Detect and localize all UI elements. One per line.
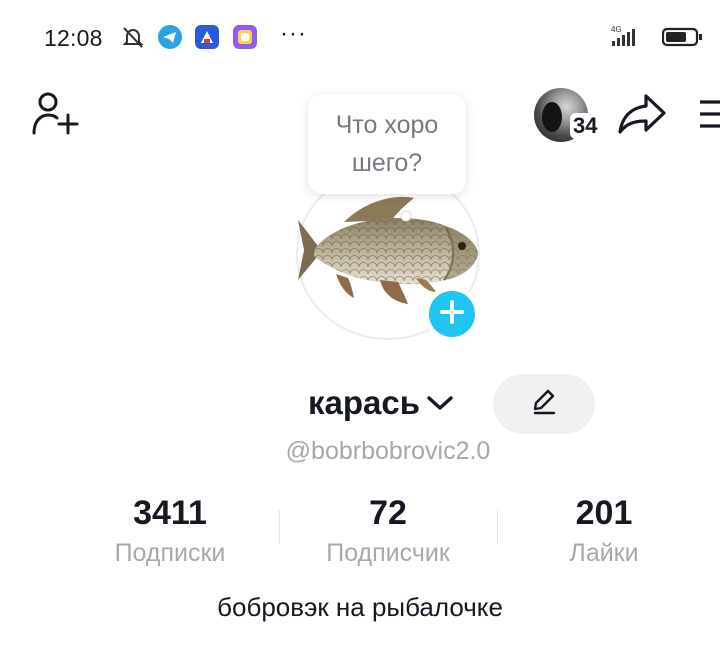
stat-following[interactable]: 3411 Подписки <box>70 492 270 570</box>
edit-profile-button[interactable] <box>493 374 595 434</box>
note-text: Что хоро шего? <box>335 111 439 177</box>
share-arrow-icon <box>616 91 668 142</box>
stat-divider <box>279 510 280 544</box>
username-handle: @bobrbobrovic2.0 <box>285 437 491 465</box>
share-button[interactable] <box>614 90 670 142</box>
battery-icon <box>661 27 720 52</box>
hamburger-menu-icon <box>694 96 720 137</box>
status-time: 12:08 <box>44 25 103 51</box>
plus-icon <box>439 299 465 330</box>
person-add-icon <box>30 89 82 142</box>
account-switcher[interactable]: карась <box>308 384 454 422</box>
add-story-button[interactable] <box>425 287 479 341</box>
likes-count: 201 <box>575 494 633 532</box>
stat-likes[interactable]: 201 Лайки <box>504 492 704 570</box>
bell-muted-icon <box>120 24 146 50</box>
following-count: 3411 <box>133 494 207 532</box>
following-label: Подписки <box>114 539 226 567</box>
chevron-down-icon <box>426 393 454 418</box>
stat-divider <box>497 510 498 544</box>
signal-icon: 4G <box>608 24 652 55</box>
menu-button[interactable] <box>694 96 720 136</box>
followers-count: 72 <box>369 494 407 532</box>
app-icon <box>232 24 258 50</box>
pencil-icon <box>529 387 559 422</box>
telegram-icon <box>157 24 183 50</box>
more-dots-icon: ··· <box>280 20 307 47</box>
add-friend-button[interactable] <box>28 90 84 140</box>
app-icon <box>194 24 220 50</box>
network-label: 4G <box>611 25 622 34</box>
followers-label: Подписчик <box>326 539 450 567</box>
likes-label: Лайки <box>569 539 639 567</box>
bio-text: бобровэк на рыбалочке <box>217 592 503 622</box>
nickname: карась <box>308 384 421 421</box>
stat-followers[interactable]: 72 Подписчик <box>288 492 488 570</box>
friends-count: 34 <box>570 113 601 139</box>
note-bubble[interactable]: Что хоро шего? <box>308 94 466 194</box>
